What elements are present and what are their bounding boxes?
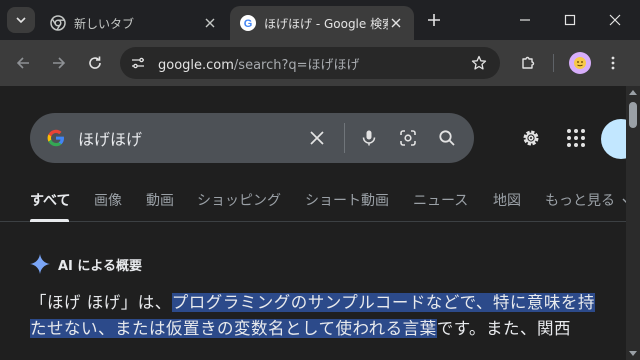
chevron-down-icon — [16, 17, 26, 24]
apps-grid-icon — [567, 129, 585, 147]
minimize-button[interactable] — [513, 8, 537, 32]
ai-text-plain: です。また、関西 — [436, 319, 572, 338]
ai-text-line: 「ほげ ほげ」は、プログラミングのサンプルコードなどで、特に意味を持 — [30, 290, 630, 316]
chrome-menu-button[interactable] — [602, 52, 624, 74]
url-path: /search?q=ほげほげ — [233, 57, 360, 73]
lens-search-button[interactable] — [396, 126, 420, 150]
minimize-icon — [520, 19, 530, 21]
maximize-button[interactable] — [558, 8, 582, 32]
close-icon[interactable] — [388, 15, 404, 31]
profile-avatar[interactable] — [569, 52, 591, 74]
tab-new-tab[interactable]: 新しいタブ — [40, 6, 228, 40]
voice-search-button[interactable] — [357, 126, 381, 150]
tab-more-label: もっと見る — [545, 193, 615, 209]
ai-text-highlight[interactable]: たせない、または仮置きの変数名として使われる言葉 — [30, 319, 437, 338]
ai-text-line: たせない、または仮置きの変数名として使われる言葉です。また、関西 — [30, 316, 630, 342]
close-icon — [609, 14, 621, 26]
google-g-icon: G — [240, 15, 256, 31]
arrow-right-icon — [53, 57, 66, 69]
settings-button[interactable] — [519, 126, 543, 150]
tab-news[interactable]: ニュース — [413, 190, 468, 210]
ai-overview-header: AI による概要 — [30, 254, 142, 274]
microphone-icon — [362, 130, 376, 146]
tab-images[interactable]: 画像 — [94, 190, 122, 210]
arrow-left-icon — [16, 57, 29, 69]
toolbar-divider — [553, 54, 554, 72]
browser-toolbar: google.com/search?q=ほげほげ — [0, 40, 640, 86]
maximize-icon — [564, 14, 576, 26]
emoji-face-icon — [574, 57, 586, 69]
search-icon — [439, 130, 455, 146]
puzzle-icon — [522, 56, 535, 69]
chrome-icon — [50, 15, 66, 31]
tab-videos[interactable]: 動画 — [146, 190, 174, 210]
reload-button[interactable] — [84, 52, 106, 74]
address-bar[interactable]: google.com/search?q=ほげほげ — [120, 47, 500, 79]
tune-icon — [132, 57, 144, 69]
tab-short-videos[interactable]: ショート動画 — [305, 190, 389, 210]
google-g-icon — [47, 129, 64, 147]
close-icon[interactable] — [202, 15, 218, 31]
close-window-button[interactable] — [603, 8, 627, 32]
forward-button[interactable] — [48, 52, 70, 74]
new-tab-button[interactable] — [424, 10, 444, 30]
search-type-tabs: すべて 画像 動画 ショッピング ショート動画 ニュース 地図 もっと見る — [0, 182, 632, 222]
bookmark-button[interactable] — [468, 52, 490, 74]
star-icon — [471, 55, 487, 70]
google-apps-button[interactable] — [566, 128, 586, 148]
search-box[interactable]: ほげほげ — [30, 113, 474, 163]
active-tab-indicator — [30, 219, 69, 222]
more-vert-icon — [611, 56, 615, 70]
tab-title: ほげほげ - Google 検索 — [264, 16, 388, 31]
search-divider — [344, 123, 345, 153]
search-results-page: ほげほげ すべて 画像 動画 ショッピング ショート動画 ニュース 地図 もっと… — [0, 86, 640, 360]
close-icon — [310, 131, 324, 145]
ai-overview-title: AI による概要 — [58, 258, 143, 274]
search-query[interactable]: ほげほげ — [78, 126, 305, 150]
url-text: google.com/search?q=ほげほげ — [158, 54, 360, 73]
tab-strip: 新しいタブ G ほげほげ - Google 検索 — [0, 0, 640, 40]
back-button[interactable] — [12, 52, 34, 74]
tab-all[interactable]: すべて — [30, 190, 70, 210]
sparkle-icon — [30, 254, 50, 274]
tab-maps[interactable]: 地図 — [493, 190, 521, 210]
tab-title: 新しいタブ — [74, 16, 135, 31]
site-info-button[interactable] — [126, 51, 150, 75]
scroll-down-arrow[interactable] — [629, 351, 637, 356]
plus-icon — [428, 14, 440, 26]
tab-more[interactable]: もっと見る — [545, 190, 632, 210]
url-host: google.com — [158, 57, 234, 73]
ai-text-plain: 「ほげ ほげ」は、 — [30, 293, 172, 312]
page-scrollbar[interactable] — [626, 86, 640, 360]
camera-lens-icon — [400, 130, 416, 146]
tab-google-search[interactable]: G ほげほげ - Google 検索 — [230, 6, 414, 40]
ai-overview-text: 「ほげ ほげ」は、プログラミングのサンプルコードなどで、特に意味を持 たせない、… — [30, 290, 630, 342]
tab-shopping[interactable]: ショッピング — [197, 190, 281, 210]
gear-icon — [523, 130, 539, 146]
extensions-button[interactable] — [517, 52, 539, 74]
reload-icon — [89, 56, 101, 69]
tab-search-button[interactable] — [7, 7, 35, 33]
search-submit-button[interactable] — [435, 126, 459, 150]
scrollbar-thumb[interactable] — [629, 102, 637, 128]
scroll-up-arrow[interactable] — [629, 90, 637, 95]
svg-text:G: G — [244, 18, 253, 30]
ai-text-highlight[interactable]: プログラミングのサンプルコードなどで、特に意味を持 — [171, 293, 595, 312]
clear-search-button[interactable] — [305, 126, 329, 150]
